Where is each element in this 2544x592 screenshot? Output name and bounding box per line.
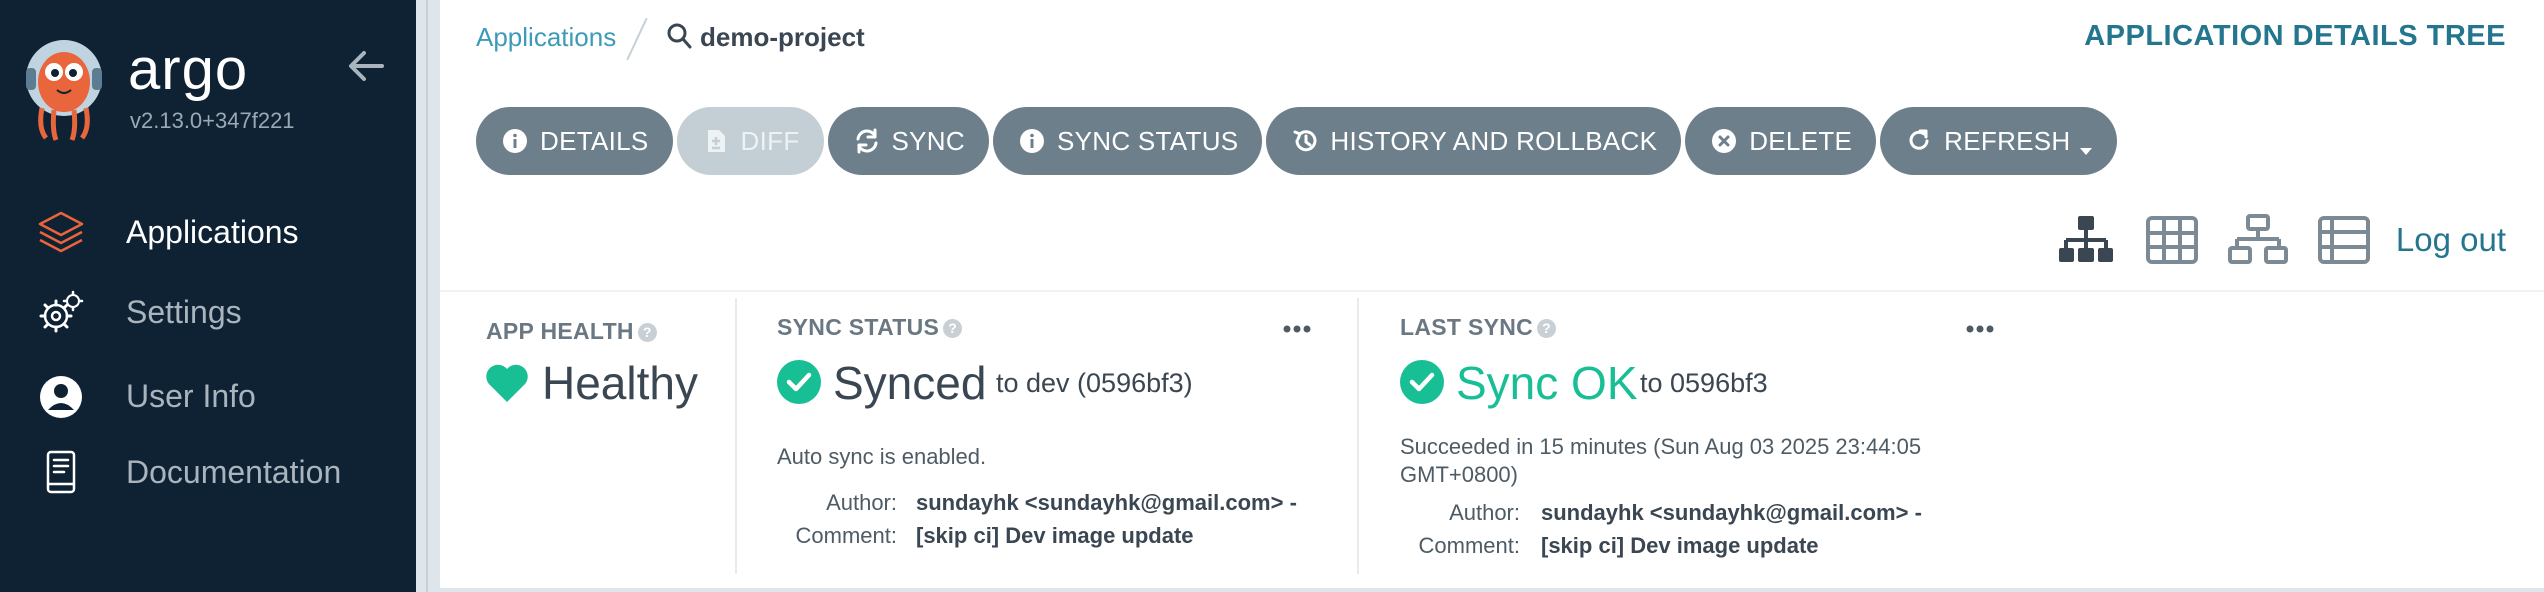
user-circle-icon xyxy=(36,374,86,420)
grid-view-icon[interactable] xyxy=(2142,212,2202,268)
sidebar-item-user-info[interactable]: User Info xyxy=(0,360,416,432)
details-button[interactable]: DETAILS xyxy=(476,107,673,175)
book-icon xyxy=(36,450,86,496)
sync-status-value: Synced xyxy=(833,357,987,409)
diff-label: DIFF xyxy=(740,125,800,156)
sidebar: argo v2.13.0+347f221 Applications Settin… xyxy=(0,0,416,592)
last-sync-detail-line2: GMT+0800) xyxy=(1400,462,1518,487)
heart-icon xyxy=(484,362,530,404)
logout-link[interactable]: Log out xyxy=(2396,221,2506,259)
sync-button[interactable]: SYNC xyxy=(827,107,989,175)
collapse-sidebar-arrow-icon[interactable] xyxy=(344,44,388,88)
tree-view-icon[interactable] xyxy=(2056,212,2116,268)
author-value: sundayhk <sundayhk@gmail.com> - xyxy=(916,490,1297,515)
diff-button[interactable]: DIFF xyxy=(676,107,824,175)
sync-label: SYNC xyxy=(891,125,965,156)
help-icon[interactable]: ? xyxy=(943,319,963,339)
check-circle-icon xyxy=(1400,360,1444,404)
network-view-icon[interactable] xyxy=(2227,212,2288,268)
sync-status-title-text: SYNC STATUS xyxy=(777,314,940,340)
author-label: Author: xyxy=(826,490,897,515)
sidebar-item-documentation[interactable]: Documentation xyxy=(0,436,416,508)
sync-arrows-icon xyxy=(854,128,880,154)
refresh-icon xyxy=(1906,128,1932,154)
sidebar-item-label: User Info xyxy=(126,378,256,414)
sidebar-item-settings[interactable]: Settings xyxy=(0,276,416,348)
breadcrumb-current-project: demo-project xyxy=(700,22,865,52)
splitter-line xyxy=(426,0,428,592)
last-sync-title-text: LAST SYNC xyxy=(1400,314,1534,340)
app-health-title: APP HEALTH? xyxy=(486,318,657,345)
refresh-button[interactable]: REFRESH xyxy=(1880,107,2117,175)
delete-label: DELETE xyxy=(1749,125,1853,156)
comment-value: [skip ci] Dev image update xyxy=(1541,533,1819,558)
comment-label: Comment: xyxy=(1418,533,1520,558)
close-circle-icon xyxy=(1711,128,1737,154)
bottom-border xyxy=(440,588,2544,592)
last-sync-title: LAST SYNC? xyxy=(1400,314,1557,341)
layers-icon xyxy=(36,210,86,256)
brand-version: v2.13.0+347f221 xyxy=(130,108,295,133)
more-options-icon[interactable] xyxy=(1283,321,1311,333)
delete-button[interactable]: DELETE xyxy=(1685,107,1877,175)
chevron-down-icon xyxy=(2079,134,2093,155)
list-view-icon[interactable] xyxy=(2314,212,2374,268)
panel-separator xyxy=(1357,298,1359,574)
file-diff-icon xyxy=(703,128,729,154)
breadcrumb-applications-link[interactable]: Applications xyxy=(476,22,616,53)
sidebar-item-label: Applications xyxy=(126,214,299,250)
sidebar-item-applications[interactable]: Applications xyxy=(0,196,416,268)
history-rollback-label: HISTORY AND ROLLBACK xyxy=(1330,125,1658,156)
last-sync-detail-line1: Succeeded in 15 minutes (Sun Aug 03 2025… xyxy=(1400,434,1922,459)
sidebar-item-label: Documentation xyxy=(126,454,342,490)
history-icon xyxy=(1292,128,1318,154)
auto-sync-note: Auto sync is enabled. xyxy=(777,444,987,469)
brand-name: argo xyxy=(128,37,249,102)
sync-target-revision[interactable]: to dev (0596bf3) xyxy=(996,368,1193,399)
breadcrumb-separator xyxy=(626,17,648,61)
panel-splitter[interactable] xyxy=(416,0,440,592)
view-switcher: Log out xyxy=(2030,210,2506,270)
author-value: sundayhk <sundayhk@gmail.com> - xyxy=(1541,500,1922,525)
section-divider xyxy=(440,290,2544,292)
search-icon[interactable] xyxy=(666,22,692,50)
gears-icon xyxy=(36,290,86,336)
author-label: Author: xyxy=(1449,500,1520,525)
last-sync-revision[interactable]: to 0596bf3 xyxy=(1640,368,1768,399)
last-sync-status: Sync OK xyxy=(1456,357,1638,409)
app-health-status: Healthy xyxy=(542,357,698,409)
sidebar-item-label: Settings xyxy=(126,294,242,330)
info-circle-icon xyxy=(502,128,528,154)
sync-status-button[interactable]: SYNC STATUS xyxy=(992,107,1263,175)
panel-separator xyxy=(735,298,737,574)
comment-label: Comment: xyxy=(795,523,897,548)
help-icon[interactable]: ? xyxy=(637,323,657,343)
check-circle-icon xyxy=(777,360,821,404)
comment-value: [skip ci] Dev image update xyxy=(916,523,1194,548)
help-icon[interactable]: ? xyxy=(1537,319,1557,339)
page-title: APPLICATION DETAILS TREE xyxy=(2084,20,2506,52)
argo-octopus-logo xyxy=(24,38,104,142)
info-circle-icon xyxy=(1019,128,1045,154)
action-toolbar: DETAILS DIFF SYNC SYNC STATUS HISTORY AN… xyxy=(476,107,2117,175)
details-label: DETAILS xyxy=(540,125,649,156)
refresh-label: REFRESH xyxy=(1944,125,2071,156)
sync-status-label: SYNC STATUS xyxy=(1056,125,1239,156)
app-health-title-text: APP HEALTH xyxy=(486,318,634,344)
more-options-icon[interactable] xyxy=(1966,321,1994,333)
sync-status-title: SYNC STATUS? xyxy=(777,314,963,341)
history-rollback-button[interactable]: HISTORY AND ROLLBACK xyxy=(1266,107,1682,175)
